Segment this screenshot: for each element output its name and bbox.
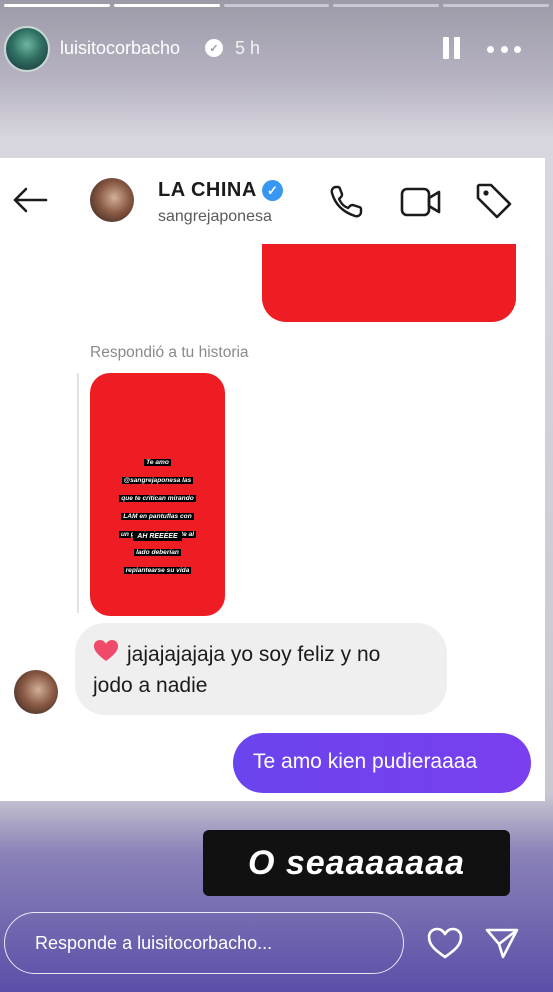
progress-segment: [333, 4, 440, 7]
contact-handle: sangrejaponesa: [158, 208, 272, 225]
video-camera-icon[interactable]: [400, 186, 442, 218]
redacted-message-bubble: [262, 244, 516, 322]
story-time-ago: 5 h: [235, 38, 261, 58]
outgoing-message-text: Te amo kien pudieraaaa: [253, 750, 478, 773]
story-caption-text: O seaaaaaaa: [247, 843, 466, 882]
heart-outline-icon[interactable]: [426, 926, 464, 960]
incoming-message-text: jajajajajaja yo soy feliz y no jodo a na…: [93, 643, 381, 697]
reply-input-placeholder: Responde a luisitocorbacho...: [35, 933, 273, 953]
incoming-message-bubble[interactable]: jajajajajaja yo soy feliz y no jodo a na…: [75, 623, 447, 715]
story-progress-bar: [4, 4, 549, 7]
story-caption: O seaaaaaaa: [203, 830, 510, 896]
phone-icon[interactable]: [328, 184, 364, 220]
thumbnail-text: Te amo @sangrejaponesa las que te critic…: [118, 459, 197, 574]
progress-segment-current: [113, 4, 220, 7]
story-header: luisitocorbacho ✓ 5 h: [0, 22, 553, 74]
paper-plane-icon[interactable]: [484, 925, 520, 961]
progress-segment: [223, 4, 330, 7]
story-reply-label: Respondió a tu historia: [90, 344, 249, 361]
back-arrow-icon[interactable]: [12, 186, 48, 214]
contact-name[interactable]: LA CHINA: [158, 179, 257, 202]
story-username[interactable]: luisitocorbacho: [60, 38, 180, 59]
dm-screenshot: LA CHINA ✓ sangrejaponesa Respondió a tu…: [0, 158, 545, 801]
story-author-avatar[interactable]: [4, 26, 50, 72]
reply-input[interactable]: Responde a luisitocorbacho...: [4, 912, 404, 974]
progress-segment: [4, 4, 110, 7]
verified-badge-icon: ✓: [205, 39, 223, 57]
chat-header: LA CHINA ✓ sangrejaponesa: [0, 158, 545, 244]
heart-emoji-icon: [94, 640, 118, 661]
reply-indicator-line: [77, 373, 79, 613]
progress-segment: [443, 4, 549, 7]
more-options-icon[interactable]: [487, 39, 521, 59]
thumbnail-tag: AH REEEEE: [90, 525, 225, 543]
story-reply-thumbnail[interactable]: Te amo @sangrejaponesa las que te critic…: [90, 373, 225, 616]
contact-avatar[interactable]: [90, 178, 134, 222]
pause-icon[interactable]: [443, 37, 461, 59]
outgoing-message-bubble[interactable]: Te amo kien pudieraaaa: [233, 733, 531, 793]
sender-avatar[interactable]: [14, 670, 58, 714]
verified-badge-icon: ✓: [262, 180, 283, 201]
tag-icon[interactable]: [475, 182, 513, 220]
